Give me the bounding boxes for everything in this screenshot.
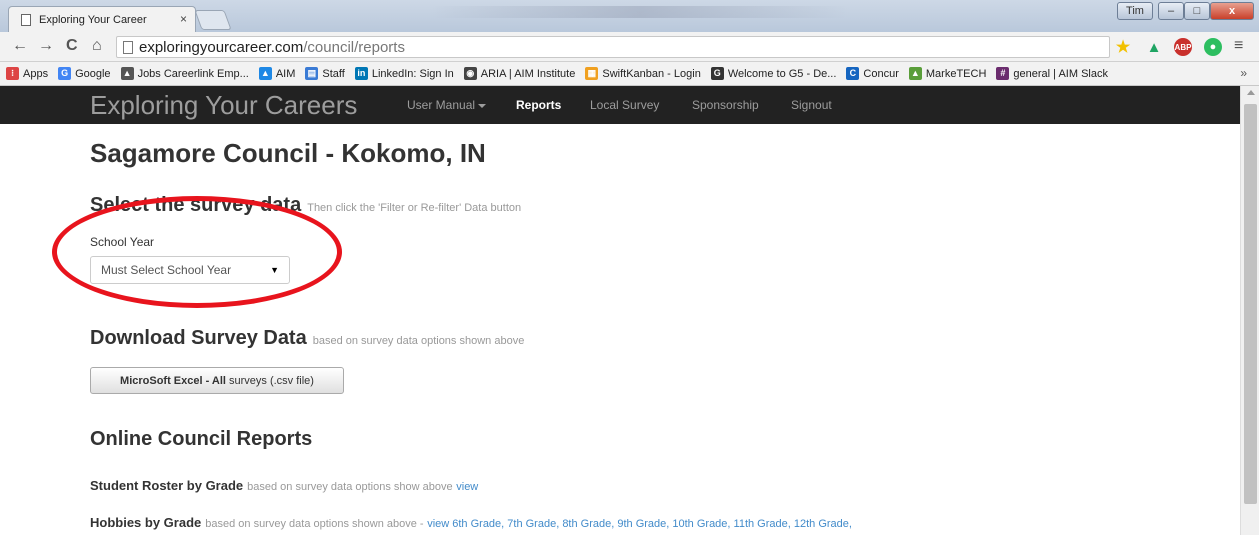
back-arrow-icon[interactable]: ← [12,37,28,55]
bookmark-jobs-careerlink[interactable]: ▲ Jobs Careerlink Emp... [120,67,249,80]
adblock-icon[interactable]: ABP [1174,38,1192,56]
bookmark-google[interactable]: G Google [58,67,111,80]
tab-close-icon[interactable]: × [180,12,187,26]
bookmark-aria[interactable]: ◉ ARIA | AIM Institute [463,67,575,80]
bookmark-apps[interactable]: ⁝ Apps [6,67,48,80]
maximize-button[interactable]: □ [1184,2,1210,20]
student-roster-view-link[interactable]: view [456,481,478,493]
bookmarks-overflow-icon[interactable]: » [1240,66,1247,80]
council-title: Sagamore Council - Kokomo, IN [90,138,486,168]
close-window-button[interactable]: x [1210,2,1254,20]
address-bar[interactable]: exploringyourcareer.com/council/reports [116,36,1110,58]
site-navbar: Exploring Your Careers User Manual Repor… [0,86,1240,124]
site-brand[interactable]: Exploring Your Careers [90,90,357,121]
bookmark-g5[interactable]: G Welcome to G5 - De... [710,67,836,80]
drive-icon[interactable]: ▲ [1145,38,1163,56]
blurred-window-title [430,6,850,18]
home-icon[interactable]: ⌂ [92,37,102,55]
nav-sponsorship[interactable]: Sponsorship [692,98,759,112]
bookmark-concur[interactable]: C Concur [846,67,899,80]
evernote-icon[interactable]: ● [1204,38,1222,56]
excel-download-button[interactable]: MicroSoft Excel - All surveys (.csv file) [90,367,344,394]
nav-signout[interactable]: Signout [791,98,832,112]
download-survey-hint: based on survey data options shown above [312,335,525,347]
new-tab-button[interactable] [194,10,232,30]
page-icon [123,40,133,54]
download-survey-heading: Download Survey Data based on survey data… [90,327,525,349]
bookmark-marketech[interactable]: ▲ MarkeTECH [908,67,986,80]
tab-title: Exploring Your Career [39,13,147,26]
page-icon [21,13,31,26]
scroll-up-icon[interactable] [1247,90,1255,95]
nav-user-manual[interactable]: User Manual [407,98,487,112]
url-domain: exploringyourcareer.com [139,38,304,56]
bookmark-aim[interactable]: ▲ AIM [258,67,295,80]
bookmark-star-icon[interactable]: ★ [1114,38,1132,56]
hobbies-grade-links[interactable]: view 6th Grade, 7th Grade, 8th Grade, 9t… [427,518,852,530]
browser-toolbar: ← → C ⌂ exploringyourcareer.com/council/… [0,32,1259,62]
bookmark-swiftkanban[interactable]: ▦ SwiftKanban - Login [585,67,701,80]
page-scrollbar[interactable] [1240,86,1259,535]
bookmark-linkedin[interactable]: in LinkedIn: Sign In [354,67,454,80]
nav-reports[interactable]: Reports [516,98,561,112]
bookmark-staff[interactable]: ▤ Staff [305,67,345,80]
reload-icon[interactable]: C [66,37,78,55]
scroll-thumb[interactable] [1244,104,1257,504]
red-annotation-ellipse [52,196,342,308]
forward-arrow-icon[interactable]: → [38,37,54,55]
report-student-roster: Student Roster by Grade based on survey d… [90,478,479,493]
minimize-button[interactable]: – [1158,2,1184,20]
bookmarks-bar: ⁝ Apps G Google ▲ Jobs Careerlink Emp... ▲ A… [0,62,1259,86]
browser-tab[interactable]: Exploring Your Career × [8,6,196,32]
online-reports-heading: Online Council Reports [90,428,313,450]
chrome-menu-icon[interactable]: ≡ [1234,37,1243,55]
caret-down-icon [478,103,487,108]
bookmark-aim-slack[interactable]: # general | AIM Slack [996,67,1108,80]
browser-tabstrip: Exploring Your Career × Tim – □ x [0,0,1259,32]
window-user-button[interactable]: Tim [1117,2,1153,20]
report-hobbies-by-grade: Hobbies by Grade based on survey data opt… [90,515,852,530]
nav-local-survey[interactable]: Local Survey [590,98,659,112]
url-path: /council/reports [303,38,405,56]
select-survey-hint: Then click the 'Filter or Re-filter' Dat… [307,202,522,214]
